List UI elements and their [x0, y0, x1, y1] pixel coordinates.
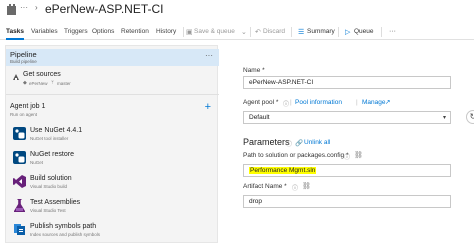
- refresh-button[interactable]: ↻: [466, 110, 474, 124]
- task-item[interactable]: Use NuGet 4.4.1 NuGet tool installer: [6, 125, 219, 145]
- separator: |: [290, 99, 292, 106]
- toolbar-divider: [250, 27, 251, 37]
- repo-name: ePerNew: [29, 81, 48, 86]
- agent-job-subtitle: Run on agent: [10, 112, 38, 117]
- task-properties-panel: Name * ePerNew-ASP.NET-CI Agent pool * ⓘ…: [240, 60, 474, 243]
- tab-bar: Tasks Variables Triggers Options Retenti…: [0, 24, 474, 40]
- title-bar: ··· › ePerNew-ASP.NET-CI: [0, 0, 474, 20]
- task-item[interactable]: Test Assemblies Visual Studio Test: [6, 197, 219, 217]
- chevron-down-icon[interactable]: ⌄: [241, 28, 247, 36]
- branch-icon: ᛘ: [51, 80, 55, 86]
- more-options-icon[interactable]: ···: [205, 51, 213, 60]
- task-item[interactable]: NuGet restore NuGet: [6, 149, 219, 169]
- tab-tasks[interactable]: Tasks: [6, 28, 24, 35]
- info-icon[interactable]: ⓘ: [283, 99, 289, 108]
- publish-symbols-icon: [14, 224, 25, 235]
- task-title: Use NuGet 4.4.1: [30, 127, 83, 134]
- refresh-icon: ↻: [469, 112, 474, 121]
- undo-icon: ↶: [255, 29, 261, 36]
- toolbar-divider: [183, 27, 184, 37]
- tab-options[interactable]: Options: [92, 28, 114, 35]
- get-sources-item[interactable]: Get sources ◆ ePerNew ᛘ master: [6, 70, 219, 90]
- tab-history[interactable]: History: [156, 28, 176, 35]
- save-icon: ▣: [186, 29, 193, 36]
- tab-triggers[interactable]: Triggers: [64, 28, 88, 35]
- artifact-name-input[interactable]: drop: [243, 195, 451, 208]
- task-title: NuGet restore: [30, 151, 74, 158]
- add-task-plus-icon[interactable]: +: [205, 101, 211, 113]
- get-sources-title: Get sources: [23, 71, 61, 78]
- task-title: Build solution: [30, 175, 72, 182]
- task-subtitle: Index sources and publish symbols: [30, 232, 101, 237]
- pool-information-link[interactable]: Pool information: [295, 99, 342, 106]
- more-actions-icon[interactable]: ···: [389, 28, 396, 35]
- agent-pool-select[interactable]: Default ▾: [243, 111, 451, 124]
- solution-input[interactable]: Performance Mgmt.sln: [243, 164, 451, 177]
- section-divider: [6, 94, 219, 95]
- get-sources-icon: [13, 74, 19, 80]
- agent-job-title: Agent job 1: [10, 103, 46, 110]
- name-input[interactable]: ePerNew-ASP.NET-CI: [243, 76, 451, 89]
- toolbar-divider: [381, 27, 382, 37]
- build-pipeline-icon: [7, 4, 16, 15]
- tab-retention[interactable]: Retention: [121, 28, 149, 35]
- external-link-icon[interactable]: ↗: [385, 98, 390, 106]
- agent-job-item[interactable]: Agent job 1 Run on agent +: [6, 100, 219, 118]
- info-icon[interactable]: ⓘ: [286, 139, 292, 148]
- solution-value: Performance Mgmt.sln: [249, 167, 317, 174]
- task-title: Publish symbols path: [30, 223, 97, 230]
- pipeline-tasks-panel: Pipeline Build pipeline ··· Get sources …: [5, 45, 219, 243]
- pipeline-title: Pipeline: [10, 50, 37, 59]
- agent-pool-label: Agent pool *: [243, 99, 279, 106]
- pipeline-subtitle: Build pipeline: [10, 59, 37, 64]
- save-and-queue-button[interactable]: Save & queue: [194, 28, 235, 35]
- breadcrumb-separator-icon: ›: [35, 3, 38, 12]
- artifact-name-value: drop: [249, 198, 263, 205]
- artifact-name-label: Artifact Name *: [243, 183, 287, 190]
- breadcrumb-ellipsis[interactable]: ···: [20, 3, 28, 12]
- nuget-restore-icon: [13, 151, 26, 164]
- task-subtitle: Visual Studio build: [30, 184, 67, 189]
- info-icon[interactable]: ⓘ: [344, 152, 350, 161]
- repo-icon: ◆: [23, 80, 27, 86]
- parameters-heading: Parameters: [243, 137, 290, 147]
- test-flask-icon: [14, 199, 25, 212]
- page-title: ePerNew-ASP.NET-CI: [45, 2, 164, 16]
- task-title: Test Assemblies: [30, 199, 81, 206]
- pipeline-item[interactable]: Pipeline Build pipeline ···: [6, 49, 219, 66]
- discard-button[interactable]: Discard: [263, 28, 285, 35]
- summary-icon: ☰: [298, 29, 305, 36]
- task-subtitle: NuGet tool installer: [30, 136, 69, 141]
- toolbar-divider: [338, 27, 339, 37]
- link-icon[interactable]: ⛓: [302, 182, 311, 190]
- task-item[interactable]: Publish symbols path Index sources and p…: [6, 221, 219, 241]
- name-label: Name *: [243, 67, 265, 74]
- chevron-down-icon: ▾: [442, 115, 446, 121]
- branch-name: master: [57, 81, 71, 86]
- unlink-all-button[interactable]: Unlink all: [304, 139, 330, 146]
- manage-link[interactable]: Manage: [362, 99, 386, 106]
- visual-studio-icon: [13, 175, 26, 188]
- separator: |: [356, 99, 358, 106]
- name-value: ePerNew-ASP.NET-CI: [249, 79, 314, 86]
- summary-button[interactable]: Summary: [307, 28, 335, 35]
- queue-button[interactable]: Queue: [354, 28, 374, 35]
- task-item[interactable]: Build solution Visual Studio build: [6, 173, 219, 193]
- info-icon[interactable]: ⓘ: [292, 183, 298, 192]
- agent-pool-value: Default: [249, 114, 270, 121]
- play-icon: ▷: [345, 29, 351, 36]
- solution-label: Path to solution or packages.config *: [243, 152, 349, 159]
- link-icon[interactable]: ⛓: [354, 151, 363, 159]
- task-subtitle: NuGet: [30, 160, 44, 165]
- tab-variables[interactable]: Variables: [31, 28, 58, 35]
- toolbar-divider: [291, 27, 292, 37]
- active-tab-indicator: [6, 38, 24, 40]
- task-subtitle: Visual Studio Test: [30, 208, 66, 213]
- nuget-tool-icon: [13, 127, 26, 140]
- link-icon: 🔗: [295, 140, 304, 147]
